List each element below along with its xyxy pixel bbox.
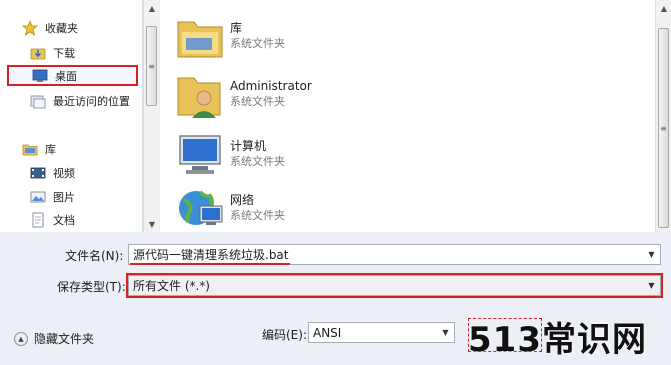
scroll-up-icon[interactable]: ▲ xyxy=(656,0,671,16)
encoding-select[interactable]: ANSI ▼ xyxy=(308,322,455,343)
nav-item-favorites[interactable]: 收藏夹 xyxy=(21,18,78,38)
file-list-scrollbar[interactable]: ▲ ≡ xyxy=(655,0,671,232)
file-name: Administrator xyxy=(230,79,312,93)
library-folder-icon xyxy=(174,12,226,62)
nav-item-label: 收藏夹 xyxy=(45,22,78,35)
chevron-down-icon[interactable]: ▼ xyxy=(643,245,660,264)
scroll-down-icon[interactable]: ▼ xyxy=(144,216,160,232)
file-type: 系统文件夹 xyxy=(230,209,285,222)
recent-places-icon xyxy=(30,93,46,109)
nav-item-label: 下载 xyxy=(53,47,75,60)
hide-folders-button[interactable]: ▲ 隐藏文件夹 xyxy=(14,330,94,347)
documents-icon xyxy=(30,212,46,228)
nav-item-pictures[interactable]: 图片 xyxy=(30,187,75,207)
download-folder-icon xyxy=(30,45,46,61)
file-name: 库 xyxy=(230,21,243,35)
filename-value: 源代码一键清理系统垃圾.bat xyxy=(133,248,289,262)
video-icon xyxy=(30,165,46,181)
filename-label: 文件名(N): xyxy=(65,249,124,263)
list-item[interactable]: 计算机 系统文件夹 xyxy=(174,130,285,186)
file-type: 系统文件夹 xyxy=(230,37,285,50)
savetype-highlight xyxy=(126,273,663,298)
library-icon xyxy=(22,141,38,157)
filename-field[interactable]: 源代码一键清理系统垃圾.bat ▼ xyxy=(128,244,661,265)
scroll-up-icon[interactable]: ▲ xyxy=(144,0,160,16)
file-type: 系统文件夹 xyxy=(230,95,285,108)
list-item[interactable]: 网络 系统文件夹 xyxy=(174,184,285,240)
nav-item-label: 文档 xyxy=(53,214,75,227)
nav-item-label: 图片 xyxy=(53,191,75,204)
star-icon xyxy=(21,19,39,36)
desktop-icon xyxy=(32,68,48,84)
watermark-logo: 513常识网 xyxy=(468,320,647,360)
list-item[interactable]: Administrator 系统文件夹 xyxy=(174,70,312,126)
nav-item-label: 视频 xyxy=(53,167,75,180)
chevron-down-icon[interactable]: ▼ xyxy=(437,323,454,342)
nav-item-documents[interactable]: 文档 xyxy=(30,210,75,230)
file-type: 系统文件夹 xyxy=(230,155,285,168)
nav-item-label: 库 xyxy=(45,143,56,156)
nav-item-downloads[interactable]: 下载 xyxy=(30,43,75,63)
savetype-label: 保存类型(T): xyxy=(57,280,126,294)
encoding-label: 编码(E): xyxy=(262,328,307,342)
scroll-thumb[interactable]: ≡ xyxy=(658,28,669,228)
file-name: 网络 xyxy=(230,193,255,207)
encoding-value: ANSI xyxy=(313,325,342,340)
user-folder-icon xyxy=(174,70,226,120)
nav-item-desktop[interactable]: 桌面 xyxy=(7,65,138,86)
pictures-icon xyxy=(30,189,46,205)
scroll-thumb[interactable]: ≡ xyxy=(146,26,157,106)
file-list: 库 系统文件夹 Administrator 系统文件夹 计算机 系统文件夹 网络… xyxy=(160,0,655,232)
nav-item-label: 最近访问的位置 xyxy=(53,95,130,108)
nav-item-label: 桌面 xyxy=(55,69,77,83)
filename-highlight xyxy=(130,263,290,265)
network-icon xyxy=(174,184,226,234)
nav-item-library[interactable]: 库 xyxy=(22,139,56,159)
save-dialog: 收藏夹 下载 桌面 最近访问的位置 库 视频 图片 文档 ▲ ≡ ▼ 库 系统文… xyxy=(0,0,671,365)
navigation-scrollbar[interactable]: ▲ ≡ ▼ xyxy=(143,0,159,232)
file-name: 计算机 xyxy=(230,139,267,153)
navigation-pane: 收藏夹 下载 桌面 最近访问的位置 库 视频 图片 文档 xyxy=(0,0,143,232)
nav-item-videos[interactable]: 视频 xyxy=(30,163,75,183)
hide-folders-label: 隐藏文件夹 xyxy=(34,332,95,346)
computer-icon xyxy=(174,130,226,180)
chevron-up-icon: ▲ xyxy=(14,331,28,346)
nav-item-recent-places[interactable]: 最近访问的位置 xyxy=(30,91,130,111)
list-item[interactable]: 库 系统文件夹 xyxy=(174,12,285,68)
